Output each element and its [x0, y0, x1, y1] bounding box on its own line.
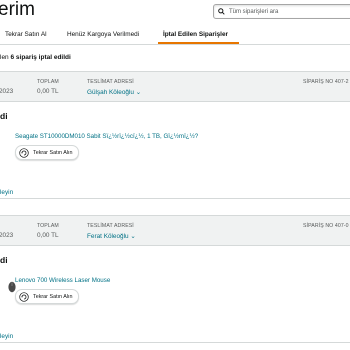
ship-to-name[interactable]: Ferat Köleoğlu ⌄: [87, 232, 136, 240]
chevron-down-icon: ⌄: [135, 89, 142, 96]
order-tabs: Tekrar Satın Al Henüz Kargoya Verilmedi …: [0, 27, 350, 45]
search-icon: [216, 8, 227, 15]
page-title: erim: [0, 0, 35, 20]
order-date: 2023: [0, 88, 14, 95]
product-link[interactable]: Lenovo 700 Wireless Laser Mouse: [15, 277, 110, 284]
order-date-label: İ: [0, 79, 13, 85]
ship-to-name-text: Ferat Köleoğlu: [87, 233, 129, 240]
order-number-label: SİPARİŞ NO 407-0: [303, 223, 349, 229]
order-card: İ 2023 TOPLAM 0,00 TL TESLİMAT ADRESİ Gü…: [0, 71, 350, 199]
order-card: İ 2023 TOPLAM 0,00 TL TESLİMAT ADRESİ Fe…: [0, 215, 350, 343]
tab-buy-again[interactable]: Tekrar Satın Al: [5, 31, 47, 38]
active-tab-indicator: [158, 42, 239, 44]
order-body: di Seagate ST10000DM010 Sabit Sï¿½rï¿½cï…: [0, 102, 350, 198]
cancelled-summary: len 6 sipariş iptal edildi: [0, 54, 71, 61]
order-total: 0,00 TL: [37, 88, 59, 95]
ship-to-name-text: Gülşah Köleoğlu: [87, 89, 134, 96]
buy-again-label: Tekrar Satın Alın: [33, 293, 73, 300]
order-total: 0,00 TL: [37, 232, 59, 239]
order-total-label: TOPLAM: [37, 79, 59, 85]
view-order-link[interactable]: leyin: [0, 189, 13, 196]
order-total-label: TOPLAM: [37, 223, 59, 229]
summary-prefix: len: [0, 54, 11, 61]
ship-to-name[interactable]: Gülşah Köleoğlu ⌄: [87, 88, 141, 96]
summary-count: 6 sipariş iptal edildi: [10, 54, 71, 61]
ship-to-label: TESLİMAT ADRESİ: [87, 79, 134, 85]
product-link[interactable]: Seagate ST10000DM010 Sabit Sï¿½rï¿½cï¿½,…: [15, 133, 198, 140]
order-number-label: SİPARİŞ NO 407-2: [303, 79, 349, 85]
order-header: İ 2023 TOPLAM 0,00 TL TESLİMAT ADRESİ Fe…: [0, 216, 350, 246]
order-date: 2023: [0, 232, 14, 239]
ship-to-label: TESLİMAT ADRESİ: [87, 223, 134, 229]
buy-again-button[interactable]: Tekrar Satın Alın: [15, 289, 79, 304]
tab-cancelled-orders[interactable]: İptal Edilen Siparişler: [163, 31, 228, 38]
reorder-icon: [19, 147, 29, 158]
order-status: di: [0, 255, 8, 265]
reorder-icon: [19, 291, 29, 302]
search-placeholder: Tüm siparişleri ara: [229, 8, 279, 15]
buy-again-button[interactable]: Tekrar Satın Alın: [15, 145, 79, 160]
order-body: di Lenovo 700 Wireless Laser Mouse Tekra…: [0, 246, 350, 342]
tab-not-shipped[interactable]: Henüz Kargoya Verilmedi: [67, 31, 139, 38]
order-header: İ 2023 TOPLAM 0,00 TL TESLİMAT ADRESİ Gü…: [0, 72, 350, 102]
order-date-label: İ: [0, 223, 13, 229]
buy-again-label: Tekrar Satın Alın: [33, 149, 73, 156]
view-order-link[interactable]: leyin: [0, 333, 13, 340]
search-input[interactable]: Tüm siparişleri ara: [213, 4, 350, 19]
chevron-down-icon: ⌄: [130, 233, 136, 240]
order-status: di: [0, 111, 8, 121]
